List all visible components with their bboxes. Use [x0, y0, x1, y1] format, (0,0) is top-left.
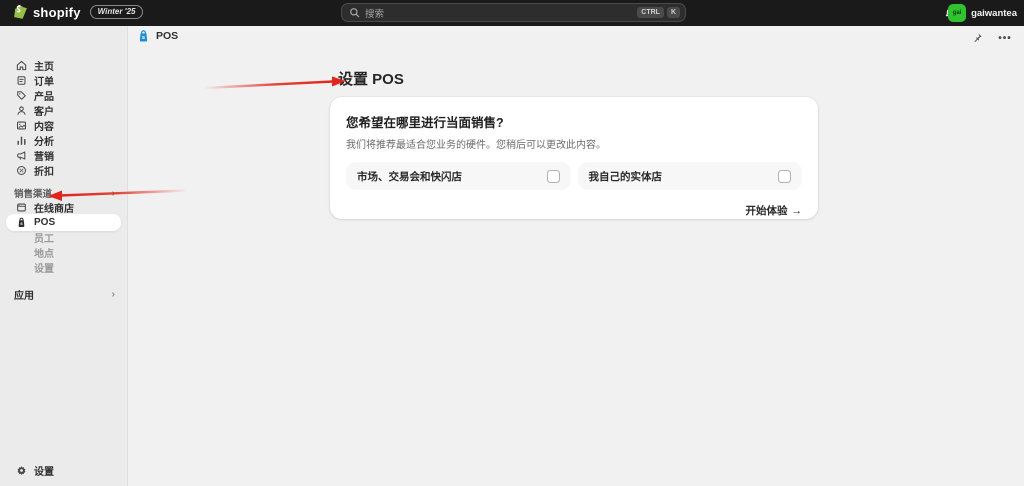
- home-icon: [14, 60, 29, 71]
- channel-breadcrumb: s POS: [137, 29, 178, 43]
- content-header: s POS •••: [129, 26, 1024, 50]
- sidebar-item-settings[interactable]: 设置: [6, 462, 121, 479]
- orders-icon: [14, 75, 29, 86]
- sidebar-subitem-settings[interactable]: 设置: [6, 259, 121, 275]
- search-icon: [350, 8, 360, 18]
- avatar: gai: [948, 4, 967, 22]
- pos-bag-icon: s: [14, 217, 29, 228]
- version-badge[interactable]: Winter '25: [89, 5, 144, 19]
- card-heading: 您希望在哪里进行当面销售?: [346, 116, 504, 130]
- search-placeholder: 搜索: [365, 8, 385, 20]
- checkbox-markets-popups[interactable]: [546, 169, 560, 183]
- shortcut-key-k: K: [666, 7, 680, 18]
- annotation-arrow-to-title: [203, 76, 346, 90]
- more-actions-button[interactable]: •••: [996, 29, 1014, 47]
- search-input[interactable]: 搜索 CTRL K: [341, 3, 686, 22]
- top-bar: shopify Winter '25 搜索 CTRL K gai gaiwant…: [0, 0, 1024, 26]
- chevron-right-icon: ›: [111, 187, 115, 199]
- sidebar-subitem-staff[interactable]: 员工: [6, 229, 121, 245]
- products-icon: [14, 90, 29, 101]
- shopify-logo-icon: [14, 4, 27, 19]
- sidebar-item-discounts[interactable]: 折扣: [6, 162, 121, 179]
- online-store-icon: [14, 202, 29, 213]
- svg-text:s: s: [142, 35, 145, 41]
- pos-channel-icon: s: [139, 30, 148, 42]
- checkbox-own-store[interactable]: [778, 169, 791, 183]
- pin-icon: [974, 33, 982, 43]
- sidebar-subitem-locations[interactable]: 地点: [6, 244, 121, 260]
- sidebar-section-apps[interactable]: 应用 ›: [6, 286, 121, 302]
- sidebar: 主页 订单 产品 客户 内容 分析 营销 折扣 销售渠道 › 在线商店 s PO…: [0, 26, 128, 486]
- shortcut-key-ctrl: CTRL: [637, 7, 664, 18]
- ellipsis-icon: •••: [998, 32, 1012, 44]
- start-experience-link[interactable]: 开始体验 →: [746, 203, 803, 218]
- customers-icon: [14, 105, 29, 116]
- discounts-icon: [14, 165, 29, 176]
- shopify-logo[interactable]: shopify Winter '25: [13, 4, 144, 20]
- card-description: 我们将推荐最适合您业务的硬件。您稍后可以更改此内容。: [346, 140, 606, 151]
- pin-button[interactable]: [968, 29, 986, 47]
- marketing-icon: [14, 150, 29, 161]
- analytics-icon: [14, 135, 29, 146]
- user-menu[interactable]: gai gaiwantea: [948, 4, 1017, 22]
- shopify-logo-text: shopify: [33, 4, 81, 20]
- user-name: gaiwantea: [971, 7, 1017, 19]
- gear-icon: [14, 465, 29, 476]
- channel-title: POS: [156, 30, 179, 42]
- option-own-store[interactable]: 我自己的实体店: [577, 162, 802, 190]
- option-markets-popups[interactable]: 市场、交易会和快闪店: [346, 162, 571, 190]
- page-title: 设置 POS: [338, 71, 404, 88]
- content-icon: [14, 120, 29, 131]
- arrow-right-icon: →: [791, 204, 803, 217]
- pos-setup-card: 您希望在哪里进行当面销售? 我们将推荐最适合您业务的硬件。您稍后可以更改此内容。…: [330, 97, 818, 219]
- chevron-right-icon: ›: [111, 288, 115, 300]
